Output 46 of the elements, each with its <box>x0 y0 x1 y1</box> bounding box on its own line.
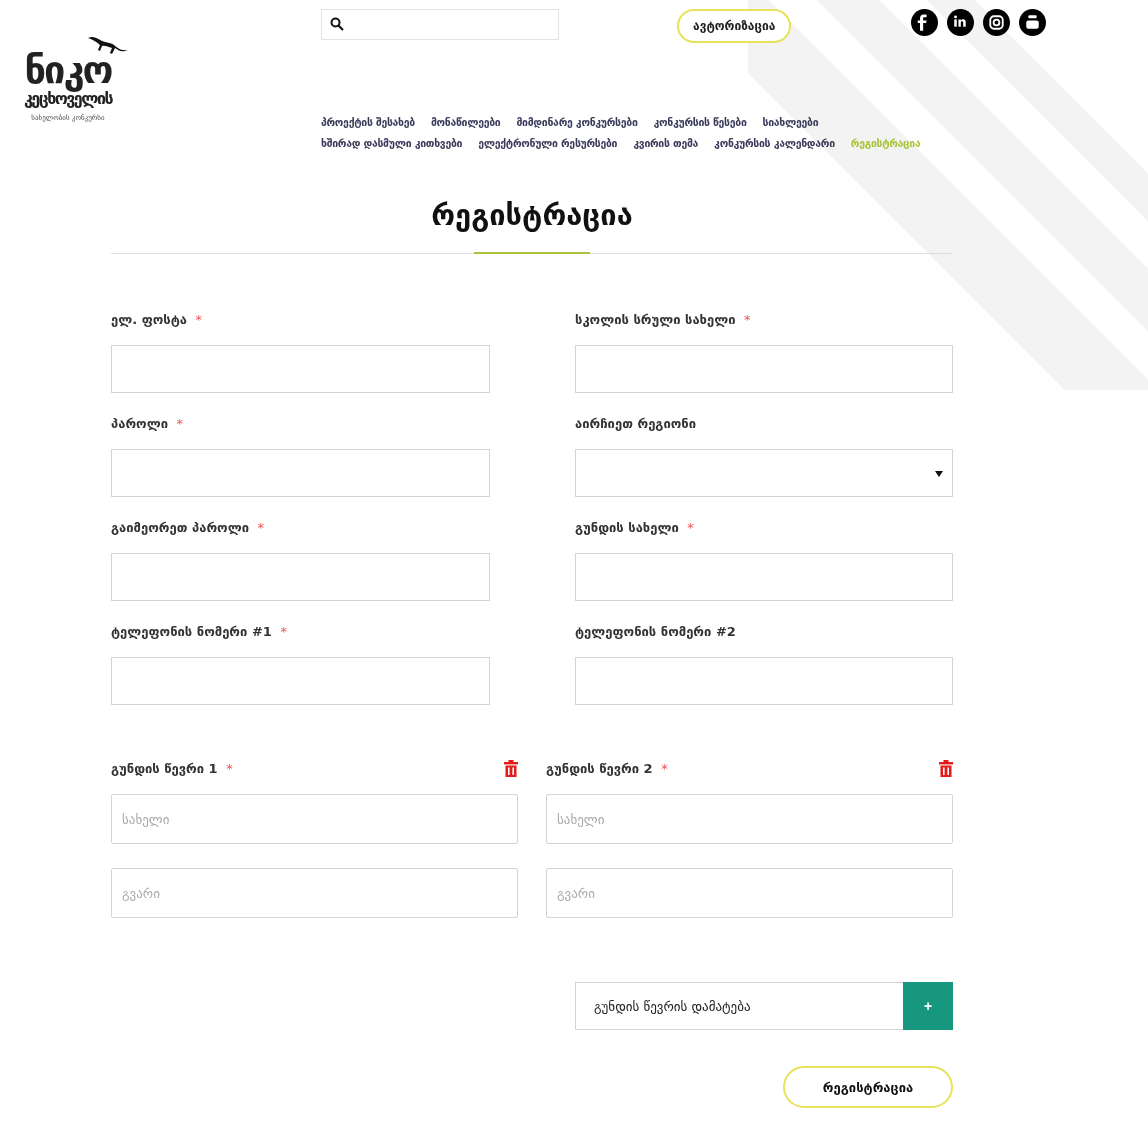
nav-link[interactable]: კონკურსის კალენდარი <box>714 137 835 149</box>
nav-link[interactable]: ხშირად დასმული კითხვები <box>321 137 463 149</box>
input-field[interactable] <box>575 657 953 705</box>
input-field[interactable] <box>111 449 490 497</box>
trash-icon[interactable] <box>504 759 518 777</box>
search-icon <box>330 17 344 31</box>
input-field[interactable] <box>575 553 953 601</box>
instagram-icon[interactable] <box>983 8 1011 36</box>
linkedin-icon[interactable] <box>947 8 975 36</box>
facebook-icon[interactable] <box>911 8 939 36</box>
login-button[interactable]: ავტორიზაცია <box>677 9 792 43</box>
nav-link[interactable]: სიახლეები <box>762 116 819 128</box>
add-member-button[interactable]: + <box>903 982 953 1030</box>
nav-link[interactable]: მონაწილეები <box>430 116 501 128</box>
field-label: ტელეფონის ნომერი #2 <box>575 623 736 639</box>
nav-link[interactable]: პროექტის შესახებ <box>321 116 415 128</box>
input-field[interactable] <box>111 553 490 601</box>
field-label: აირჩიეთ რეგიონი <box>575 415 697 431</box>
field-label: პაროლი * <box>111 415 183 431</box>
field-label: გუნდის სახელი * <box>575 519 694 535</box>
trash-icon[interactable] <box>939 759 953 777</box>
field-label: გაიმეორეთ პაროლი * <box>111 519 264 535</box>
logo-subtitle: კეცხოველის <box>23 90 112 108</box>
field-label: ელ. ფოსტა * <box>111 311 203 327</box>
region-select[interactable] <box>575 449 953 497</box>
input-field[interactable] <box>111 657 490 705</box>
nav-link[interactable]: მიმდინარე კონკურსები <box>516 116 638 128</box>
field-label: გუნდის წევრი 1 * <box>111 760 233 776</box>
field-label: ტელეფონის ნომერი #1 * <box>111 623 287 639</box>
logo-title: ნიკო <box>24 50 112 90</box>
last-name-field[interactable]: გვარი <box>546 868 953 918</box>
field-label: სკოლის სრული სახელი * <box>575 311 751 327</box>
field-label: გუნდის წევრი 2 * <box>546 760 668 776</box>
nav-link[interactable]: ელექტრონული რესურსები <box>478 137 618 149</box>
add-member-label: გუნდის წევრის დამატება <box>593 997 752 1016</box>
first-name-field[interactable]: სახელი <box>111 794 518 844</box>
input-field[interactable] <box>575 345 953 393</box>
input-field[interactable] <box>111 345 490 393</box>
page-title: რეგისტრაცია <box>430 197 634 234</box>
nav-link[interactable]: კვირის თემა <box>633 137 699 149</box>
register-button[interactable]: რეგისტრაცია <box>783 1066 953 1108</box>
last-name-field[interactable]: გვარი <box>111 868 518 918</box>
nav-link[interactable]: კონკურსის წესები <box>653 116 747 128</box>
caret-icon <box>935 471 943 477</box>
first-name-field[interactable]: სახელი <box>546 794 953 844</box>
search-field[interactable] <box>321 8 559 40</box>
